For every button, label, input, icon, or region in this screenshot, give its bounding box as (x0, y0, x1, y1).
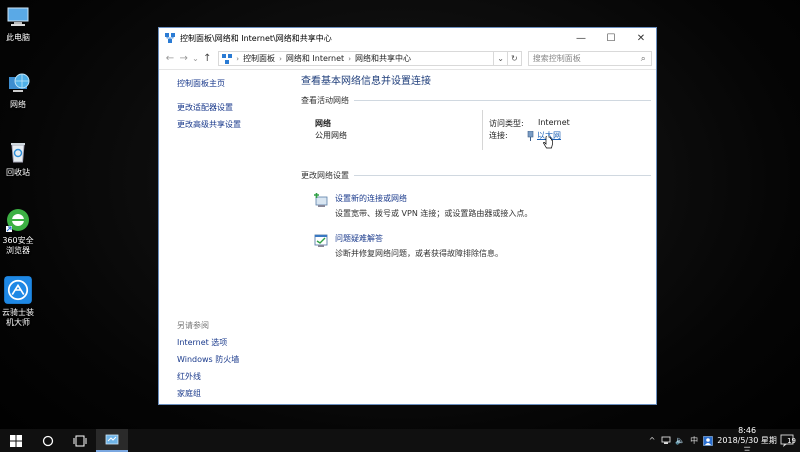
troubleshoot-description: 诊断并修复网络问题，或者获得故障排除信息。 (335, 249, 503, 258)
network-center-icon (165, 33, 175, 43)
task-view-icon (73, 435, 87, 446)
search-icon[interactable]: ⌕ (641, 54, 646, 64)
clock-time: 8:46 (738, 425, 757, 435)
page-title: 查看基本网络信息并设置连接 (301, 76, 431, 87)
access-type-value: Internet (538, 118, 570, 127)
breadcrumb-control-panel[interactable]: 控制面板 (240, 53, 278, 64)
see-also-infrared[interactable]: 红外线 (177, 371, 239, 382)
sidebar-link-change-adapter-settings[interactable]: 更改适配器设置 (177, 102, 287, 113)
ime-indicator[interactable]: 中 (687, 435, 701, 446)
divider (354, 100, 651, 101)
back-button[interactable]: ← (163, 52, 177, 66)
minimize-button[interactable]: — (566, 28, 596, 48)
access-type-label: 访问类型: (489, 119, 524, 128)
see-also-internet-options[interactable]: Internet 选项 (177, 337, 239, 348)
desktop-icon-360-browser[interactable]: 360安全浏览器 (0, 207, 36, 256)
app-tray-icon (703, 435, 713, 446)
desktop-icon-recycle-bin[interactable]: 回收站 (0, 139, 36, 178)
active-network-panel: 网络 公用网络 访问类型: Internet 连接: 以太网 (301, 110, 651, 170)
tray-network-icon[interactable] (659, 436, 673, 445)
see-also-section: 另请参阅 Internet 选项 Windows 防火墙 红外线 家庭组 (177, 320, 239, 405)
task-view-button[interactable] (64, 429, 96, 452)
divider (354, 175, 651, 176)
start-button[interactable] (0, 429, 32, 452)
address-dropdown-button[interactable]: ⌄ (494, 51, 508, 66)
recycle-bin-icon (11, 143, 25, 163)
setup-connection-link[interactable]: 设置新的连接或网络 (335, 193, 651, 204)
breadcrumb-network-sharing-center[interactable]: 网络和共享中心 (352, 53, 414, 64)
computer-icon (7, 7, 29, 26)
active-networks-header: 查看活动网络 (301, 95, 651, 106)
desktop-icon-label: 回收站 (6, 168, 30, 177)
ethernet-icon (527, 130, 534, 141)
section-title: 更改网络设置 (301, 171, 349, 180)
cortana-button[interactable] (32, 429, 64, 452)
tray-app-icon[interactable] (701, 435, 715, 446)
network-type[interactable]: 公用网络 (315, 130, 347, 141)
new-connection-icon (314, 193, 328, 207)
maximize-button[interactable]: ☐ (596, 28, 626, 48)
desktop-icon-label: 云骑士装机大师 (2, 308, 34, 327)
sidebar: 控制面板主页 更改适配器设置 更改高级共享设置 (177, 78, 287, 136)
clock-date: 2018/5/30 星期三 (717, 435, 777, 452)
network-sharing-center-window: 控制面板\网络和 Internet\网络和共享中心 — ☐ ✕ ← → ⌄ ↑ … (158, 27, 657, 405)
main-content: 查看基本网络信息并设置连接 查看活动网络 网络 公用网络 访问类型: Inter… (301, 72, 651, 273)
address-bar[interactable]: › 控制面板 › 网络和 Internet › 网络和共享中心 (218, 51, 495, 66)
divider (482, 110, 483, 150)
desktop-icon-network[interactable]: 网络 (0, 71, 36, 110)
desktop-icon-label: 此电脑 (6, 33, 30, 42)
browser-icon (6, 209, 29, 232)
desktop-icon-yunqishi[interactable]: 云骑士装机大师 (0, 275, 36, 328)
up-button[interactable]: ↑ (200, 52, 214, 66)
notification-count: 19 (787, 436, 796, 445)
taskbar-app-network-center[interactable] (96, 429, 128, 452)
recent-locations-button[interactable]: ⌄ (191, 52, 201, 66)
change-settings-header: 更改网络设置 (301, 170, 651, 181)
task-setup-connection: 设置新的连接或网络 设置宽带、拨号或 VPN 连接；或设置路由器或接入点。 (301, 193, 651, 219)
network-name: 网络 (315, 119, 331, 128)
network-icon (661, 436, 671, 444)
clock[interactable]: 8:46 2018/5/30 星期三 (715, 426, 779, 452)
tray-overflow-icon[interactable]: ^ (645, 436, 659, 445)
see-also-header: 另请参阅 (177, 321, 209, 330)
search-box: ⌕ (527, 51, 653, 66)
window-title: 控制面板\网络和 Internet\网络和共享中心 (180, 33, 332, 43)
hand-cursor-icon (543, 136, 553, 149)
forward-button[interactable]: → (177, 52, 191, 66)
troubleshoot-icon (314, 234, 328, 247)
navigation-bar: ← → ⌄ ↑ › 控制面板 › 网络和 Internet › 网络和共享中心 … (159, 48, 656, 70)
windows-start-icon (10, 434, 22, 447)
desktop-icon-label: 网络 (10, 100, 26, 109)
volume-icon[interactable]: 🔈 (673, 436, 687, 445)
troubleshoot-link[interactable]: 问题疑难解答 (335, 233, 651, 244)
desktop-icon-this-pc[interactable]: 此电脑 (0, 4, 36, 43)
system-tray: ^ 🔈 中 8:46 2018/5/30 星期三 19 (645, 426, 800, 452)
setup-connection-description: 设置宽带、拨号或 VPN 连接；或设置路由器或接入点。 (335, 209, 533, 218)
desktop-icon-label: 360安全浏览器 (2, 236, 34, 255)
see-also-homegroup[interactable]: 家庭组 (177, 388, 239, 399)
control-panel-icon (105, 434, 119, 444)
network-globe-icon (9, 73, 30, 92)
connection-label: 连接: (489, 131, 508, 140)
sidebar-link-control-panel-home[interactable]: 控制面板主页 (177, 78, 287, 89)
title-bar[interactable]: 控制面板\网络和 Internet\网络和共享中心 — ☐ ✕ (159, 28, 656, 48)
cortana-icon (42, 435, 54, 446)
task-troubleshoot: 问题疑难解答 诊断并修复网络问题，或者获得故障排除信息。 (301, 233, 651, 259)
close-button[interactable]: ✕ (626, 28, 656, 48)
sidebar-link-advanced-sharing-settings[interactable]: 更改高级共享设置 (177, 119, 287, 130)
see-also-windows-firewall[interactable]: Windows 防火墙 (177, 354, 239, 365)
refresh-button[interactable]: ↻ (507, 51, 522, 66)
section-title: 查看活动网络 (301, 96, 349, 105)
control-panel-icon (222, 53, 233, 64)
taskbar: ^ 🔈 中 8:46 2018/5/30 星期三 19 (0, 426, 800, 452)
search-input[interactable] (532, 54, 641, 63)
app-icon (4, 276, 32, 304)
breadcrumb-network-internet[interactable]: 网络和 Internet (283, 53, 347, 64)
